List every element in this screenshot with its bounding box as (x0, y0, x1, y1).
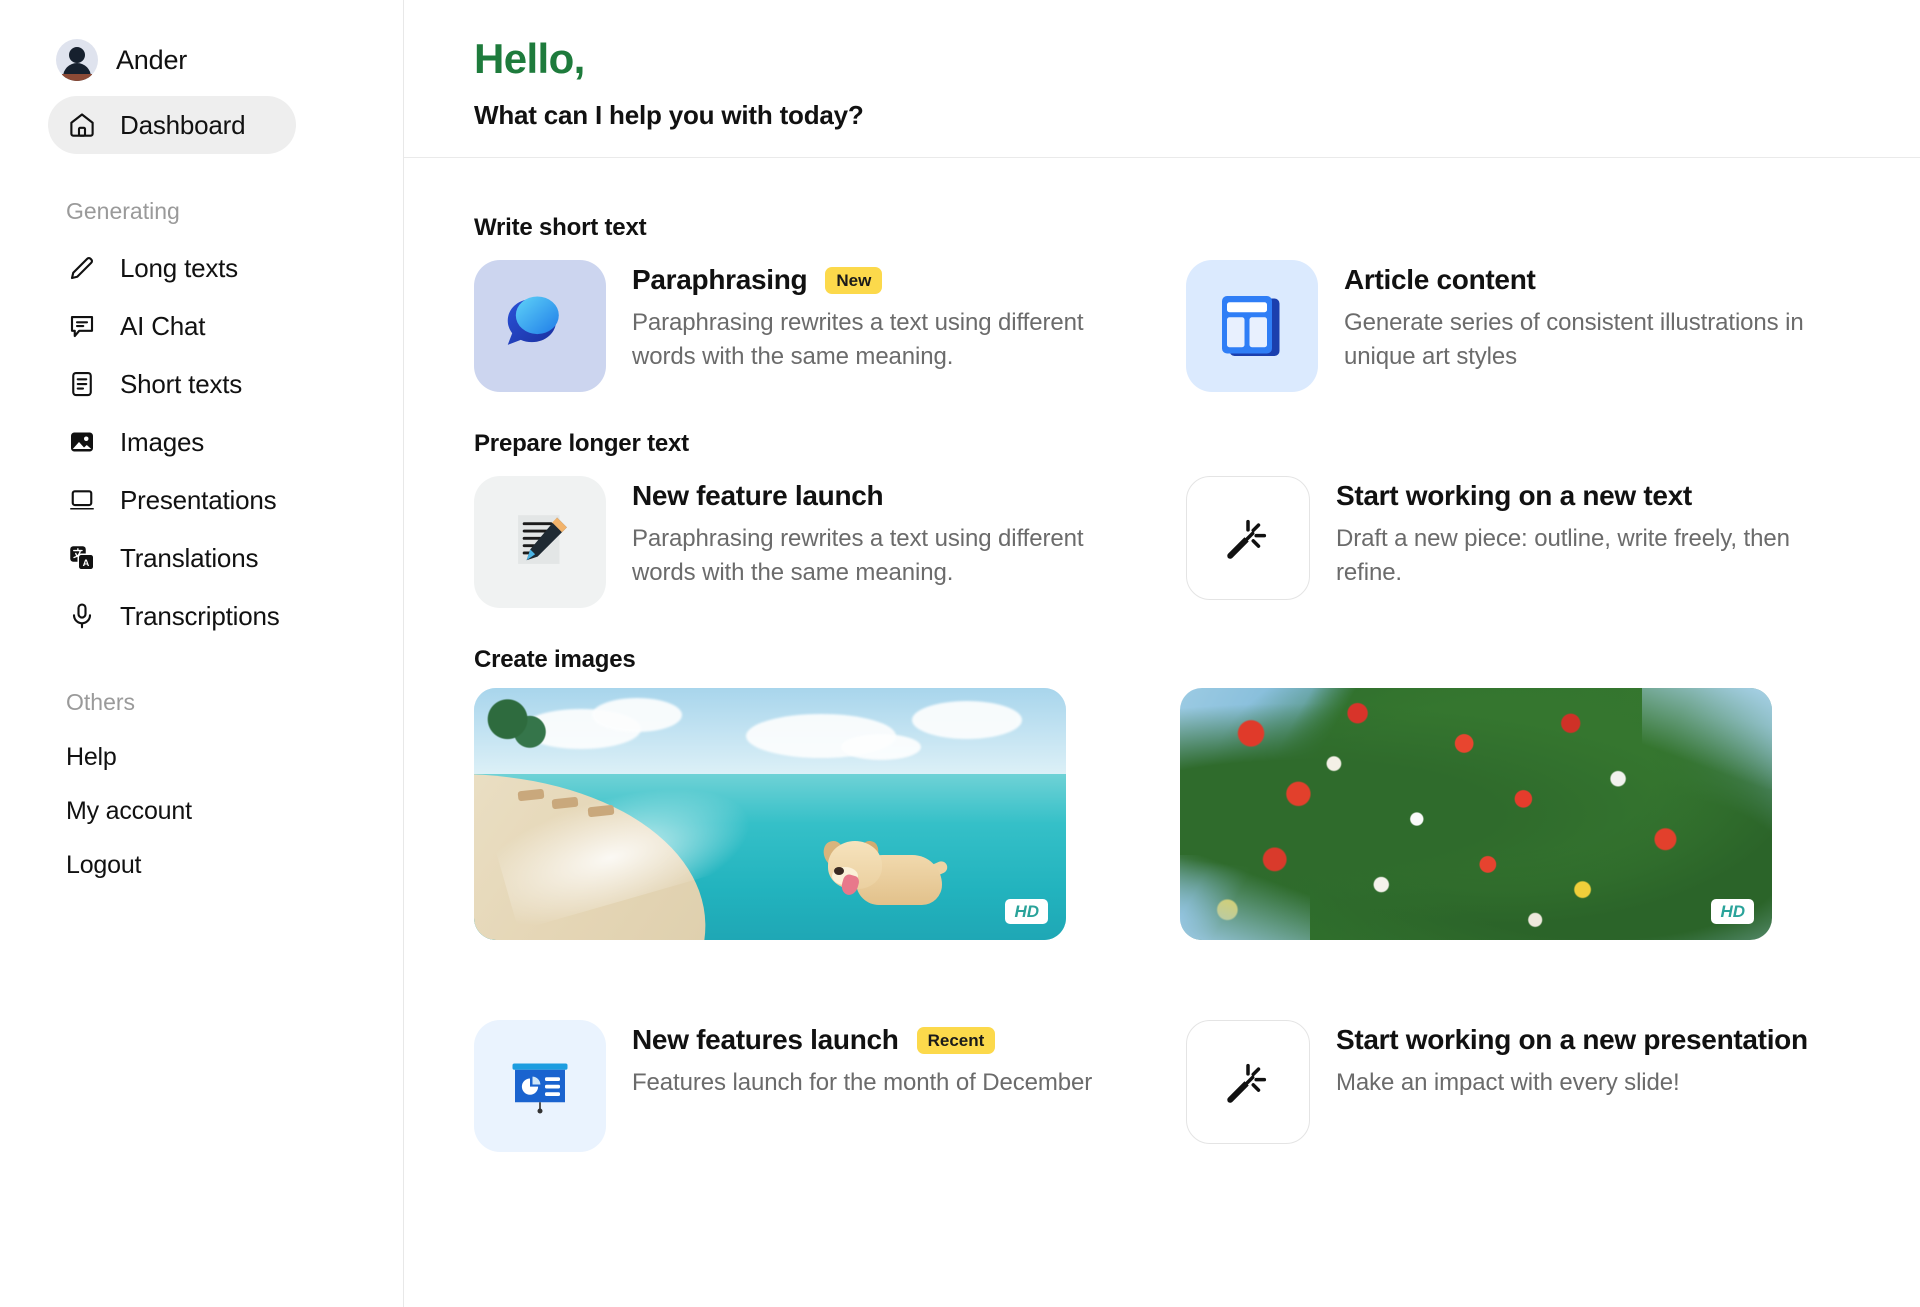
card-paraphrasing[interactable]: Paraphrasing New Paraphrasing rewrites a… (474, 252, 1186, 400)
card-title: Paraphrasing (632, 264, 808, 296)
card-title: Start working on a new presentation (1336, 1024, 1808, 1056)
hd-badge: HD (1005, 899, 1048, 925)
card-description: Features launch for the month of Decembe… (632, 1069, 1093, 1097)
card-title: New features launch (632, 1024, 899, 1056)
sidebar-item-long-texts[interactable]: Long texts (48, 239, 296, 297)
card-new-feature-launch[interactable]: New feature launch Paraphrasing rewrites… (474, 468, 1186, 616)
page-subtitle: What can I help you with today? (474, 100, 864, 131)
beach-dog-image[interactable]: HD (474, 688, 1066, 941)
document-lines-icon (66, 368, 98, 400)
chat-bubble-icon (66, 310, 98, 342)
sidebar-item-label: AI Chat (120, 310, 206, 341)
article-layout-icon (1186, 260, 1318, 393)
sidebar-item-short-texts[interactable]: Short texts (48, 355, 296, 413)
sidebar-item-label: Dashboard (120, 109, 246, 140)
section-title-create-images: Create images (474, 646, 636, 674)
status-badge: New (825, 266, 883, 294)
create-images-row: HD HD (474, 688, 1898, 941)
card-title: New feature launch (632, 480, 884, 512)
translate-icon: A (66, 542, 98, 574)
content-area: Write short text Paraphrasing New Paraph… (404, 214, 1920, 1160)
status-badge: Recent (916, 1026, 996, 1054)
svg-text:A: A (83, 558, 90, 568)
sidebar-item-dashboard[interactable]: Dashboard (48, 96, 296, 154)
sidebar: Ander Dashboard Generating Long texts AI… (0, 0, 404, 1307)
sidebar-item-help[interactable]: Help (0, 730, 403, 784)
card-start-new-presentation[interactable]: Start working on a new presentation Make… (1186, 1012, 1898, 1152)
card-description: Make an impact with every slide! (1336, 1069, 1680, 1097)
avatar (56, 39, 98, 81)
sidebar-item-presentations[interactable]: Presentations (48, 471, 296, 529)
card-description: Generate series of consistent illustrati… (1344, 309, 1804, 370)
section-title-prepare-longer-text: Prepare longer text (474, 430, 689, 458)
sidebar-item-images[interactable]: Images (48, 413, 296, 471)
magic-wand-icon (1186, 476, 1310, 601)
sidebar-section-others: Others (66, 689, 136, 715)
flower-wall-image[interactable]: HD (1180, 688, 1772, 941)
sidebar-section-generating: Generating (66, 198, 180, 224)
page-header: Hello, What can I help you with today? (404, 0, 1920, 159)
user-profile[interactable]: Ander (0, 34, 403, 86)
speech-bubbles-icon (474, 260, 606, 393)
card-start-new-text[interactable]: Start working on a new text Draft a new … (1186, 468, 1898, 608)
sidebar-item-label: Long texts (120, 252, 238, 283)
home-icon (66, 109, 98, 141)
sidebar-item-transcriptions[interactable]: Transcriptions (48, 587, 296, 645)
memo-pencil-icon (474, 476, 606, 609)
sidebar-item-logout[interactable]: Logout (0, 838, 403, 892)
image-icon (66, 426, 98, 458)
page-title: Hello, (474, 35, 585, 82)
sidebar-item-label: Transcriptions (120, 600, 280, 631)
microphone-icon (66, 600, 98, 632)
laptop-icon (66, 484, 98, 516)
write-short-text-row: Paraphrasing New Paraphrasing rewrites a… (474, 252, 1898, 400)
user-name: Ander (116, 44, 188, 75)
card-article-content[interactable]: Article content Generate series of consi… (1186, 252, 1898, 400)
section-title-write-short-text: Write short text (474, 214, 647, 242)
hd-badge: HD (1711, 899, 1754, 925)
pencil-icon (66, 252, 98, 284)
card-description: Paraphrasing rewrites a text using diffe… (632, 309, 1084, 370)
bottom-cards-row: New features launch Recent Features laun… (474, 1012, 1898, 1160)
sidebar-item-label: Translations (120, 542, 259, 573)
main-content: Hello, What can I help you with today? W… (404, 0, 1920, 1307)
app-root: Ander Dashboard Generating Long texts AI… (0, 0, 1920, 1307)
card-description: Draft a new piece: outline, write freely… (1336, 525, 1790, 586)
sidebar-item-label: Images (120, 426, 205, 457)
magic-wand-icon (1186, 1020, 1310, 1145)
card-description: Paraphrasing rewrites a text using diffe… (632, 525, 1084, 586)
sidebar-item-label: Short texts (120, 368, 243, 399)
presentation-chart-icon (474, 1020, 606, 1153)
prepare-longer-text-row: New feature launch Paraphrasing rewrites… (474, 468, 1898, 616)
sidebar-item-ai-chat[interactable]: AI Chat (48, 297, 296, 355)
card-new-features-launch[interactable]: New features launch Recent Features laun… (474, 1012, 1186, 1160)
card-title: Article content (1344, 264, 1536, 296)
sidebar-item-translations[interactable]: A Translations (48, 529, 296, 587)
sidebar-item-my-account[interactable]: My account (0, 784, 403, 838)
dog-illustration (821, 819, 949, 915)
sidebar-item-label: Presentations (120, 484, 277, 515)
card-title: Start working on a new text (1336, 480, 1692, 512)
